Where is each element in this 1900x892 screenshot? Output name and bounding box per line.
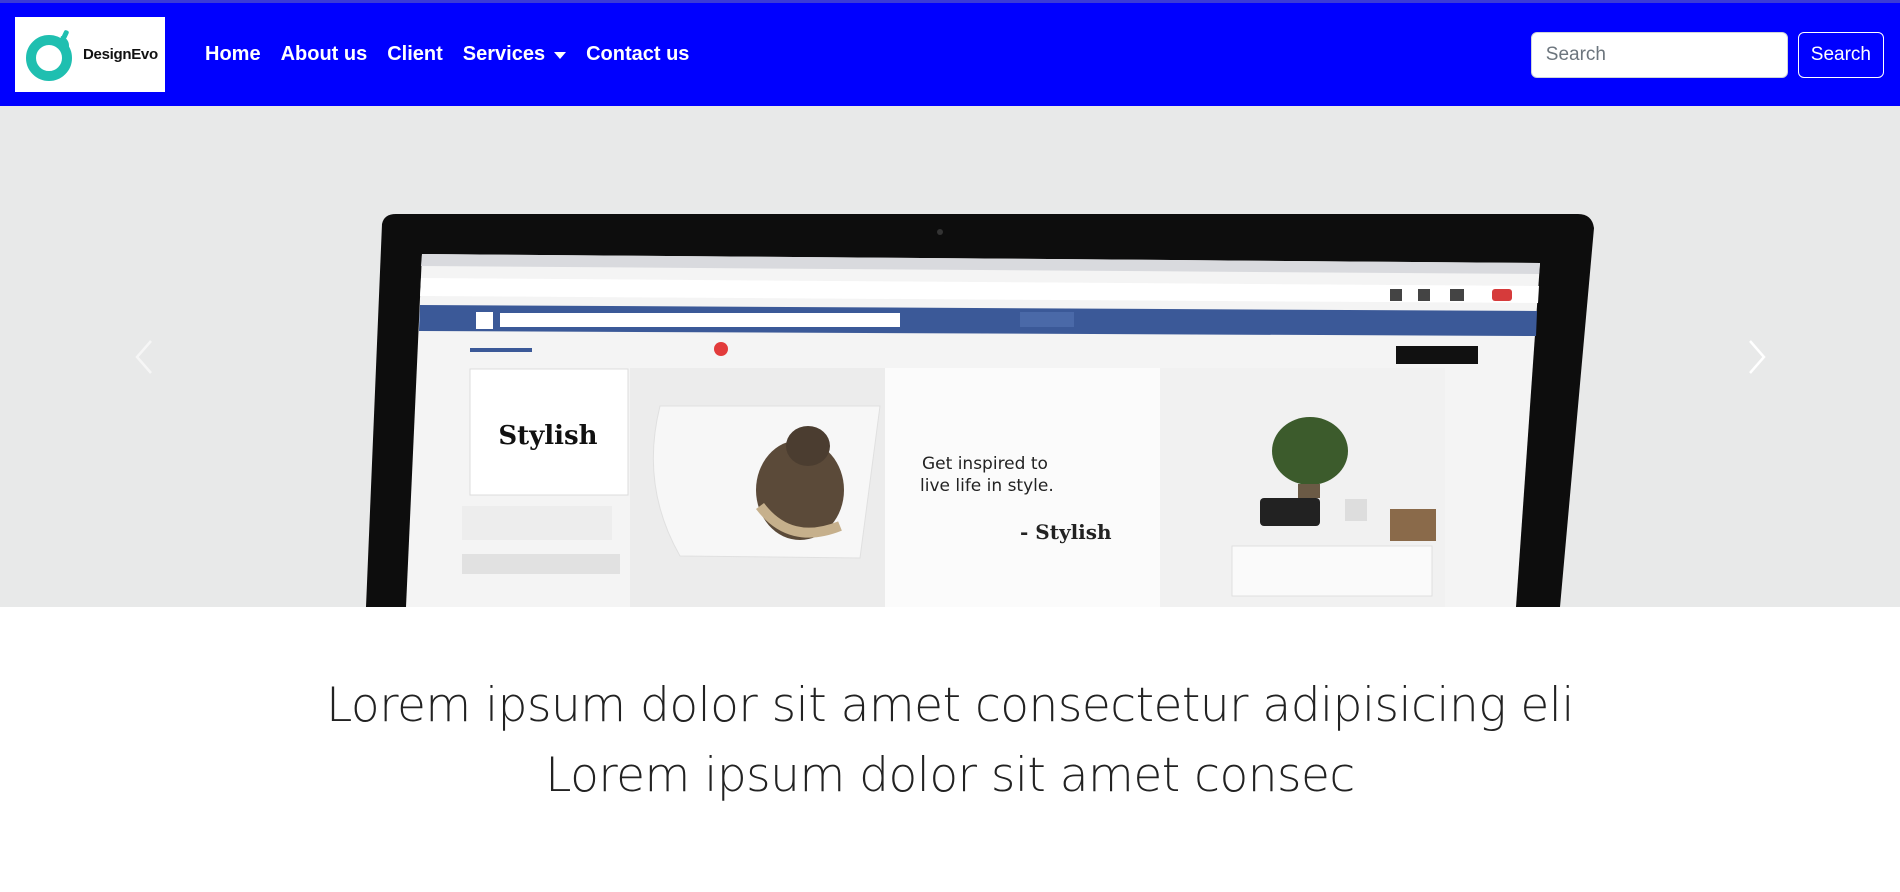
- chevron-left-icon: [134, 339, 152, 374]
- designevo-logo-icon: [26, 29, 72, 81]
- navbar: DesignEvo Home About us Client Services …: [0, 0, 1900, 106]
- hero-carousel: Stylish Get inspired to live life in sty…: [0, 106, 1900, 607]
- search-form: Search: [1530, 31, 1884, 78]
- nav-services-label: Services: [462, 43, 546, 65]
- search-input[interactable]: [1530, 31, 1788, 78]
- carousel-next-button[interactable]: [1615, 106, 1900, 607]
- caption-line-1: Lorem ipsum dolor sit amet consectetur a…: [326, 678, 1574, 733]
- caret-down-icon: [554, 52, 567, 59]
- svg-text:live life in style.: live life in style.: [920, 476, 1054, 496]
- nav-home[interactable]: Home: [195, 35, 271, 74]
- search-button[interactable]: Search: [1797, 31, 1884, 78]
- svg-text:Stylish: Stylish: [498, 421, 597, 451]
- caption-line-2: Lorem ipsum dolor sit amet consec: [545, 748, 1355, 803]
- svg-text:Get inspired to: Get inspired to: [922, 454, 1048, 474]
- nav-services-dropdown[interactable]: Services: [453, 35, 576, 74]
- brand-name: DesignEvo: [83, 46, 158, 63]
- nav-client[interactable]: Client: [377, 35, 453, 74]
- hero-caption: Lorem ipsum dolor sit amet consectetur a…: [0, 671, 1900, 811]
- svg-text:- Stylish: - Stylish: [1020, 520, 1112, 544]
- brand-logo[interactable]: DesignEvo: [15, 17, 165, 92]
- carousel-prev-button[interactable]: [0, 106, 285, 607]
- nav-about-us[interactable]: About us: [271, 35, 378, 74]
- nav-contact-us[interactable]: Contact us: [576, 35, 699, 74]
- chevron-right-icon: [1748, 339, 1766, 374]
- main-nav: Home About us Client Services Contact us: [195, 35, 699, 74]
